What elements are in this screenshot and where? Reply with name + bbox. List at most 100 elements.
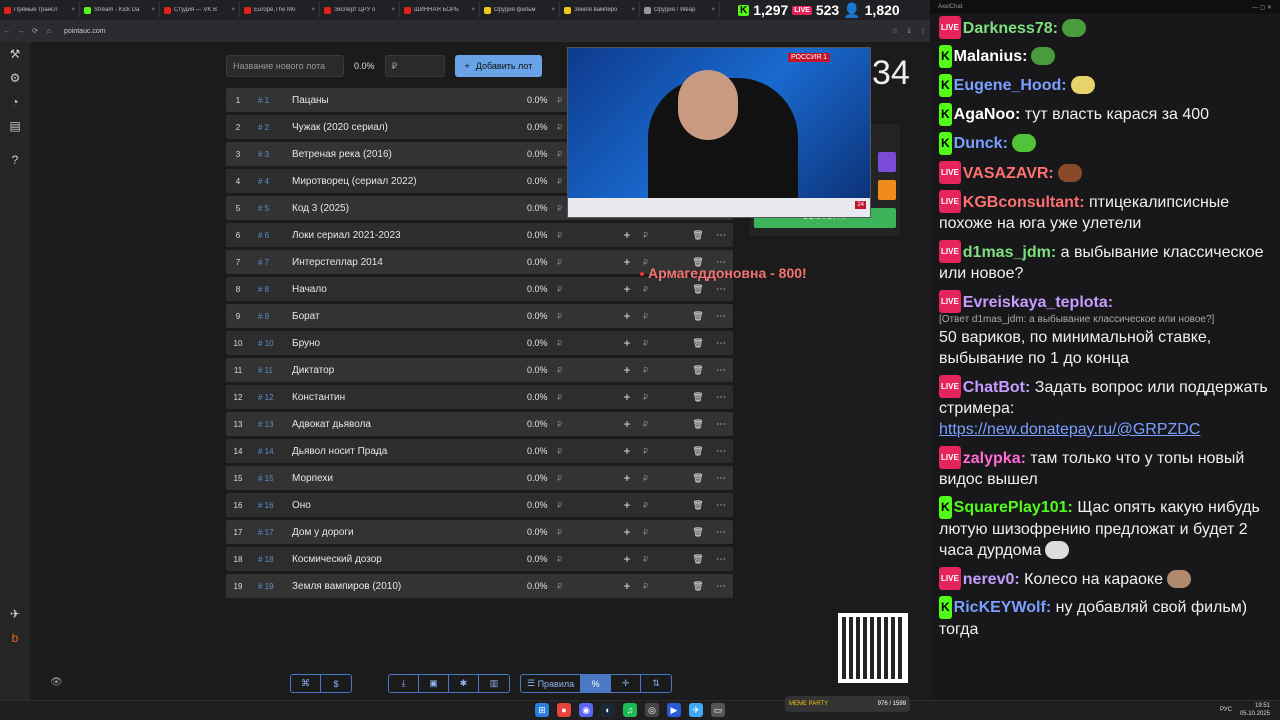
- add-amount-button[interactable]: +: [617, 498, 637, 512]
- browser-tab[interactable]: Орудия фильм ×: [480, 2, 560, 18]
- app-icon[interactable]: ▶: [667, 703, 681, 717]
- browser-tab[interactable]: Stream - Kick Da ×: [80, 2, 160, 18]
- more-icon[interactable]: ⋯: [709, 554, 733, 565]
- windows-start-icon[interactable]: ⊞: [535, 703, 549, 717]
- window-controls[interactable]: — ▢ ✕: [1252, 4, 1272, 11]
- bookmark-star-icon[interactable]: ☆: [888, 27, 902, 35]
- more-icon[interactable]: ⋯: [709, 392, 733, 403]
- github-icon[interactable]: ⌘: [291, 675, 321, 692]
- add-amount-button[interactable]: +: [617, 255, 637, 269]
- back-icon[interactable]: ←: [0, 28, 14, 35]
- help-icon[interactable]: ?: [0, 148, 30, 172]
- delete-icon[interactable]: 🗑: [687, 527, 709, 538]
- spotify-icon[interactable]: ♫: [623, 703, 637, 717]
- tab-close-icon[interactable]: ×: [311, 7, 315, 13]
- delete-icon[interactable]: 🗑: [687, 311, 709, 322]
- lot-amount-input[interactable]: ₽: [637, 447, 687, 456]
- chat-nick[interactable]: d1mas_jdm:: [963, 244, 1056, 261]
- lot-name[interactable]: Чужак (2020 сериал): [292, 122, 527, 133]
- more-icon[interactable]: ⋯: [709, 365, 733, 376]
- add-amount-button[interactable]: +: [617, 444, 637, 458]
- telegram-task-icon[interactable]: ✈: [689, 703, 703, 717]
- add-lot-button[interactable]: + Добавить лот: [454, 55, 543, 77]
- lot-name[interactable]: Диктатор: [292, 365, 527, 376]
- save-icon[interactable]: ▣: [419, 675, 449, 692]
- more-icon[interactable]: ⋯: [709, 500, 733, 511]
- delete-icon[interactable]: 🗑: [687, 365, 709, 376]
- sort-icon[interactable]: ⇅: [641, 675, 671, 692]
- add-amount-button[interactable]: +: [617, 282, 637, 296]
- chat-nick[interactable]: Evreiskaya_teplota:: [963, 294, 1113, 311]
- menu-icon[interactable]: ⋮: [916, 27, 930, 35]
- add-amount-button[interactable]: +: [617, 471, 637, 485]
- add-amount-button[interactable]: +: [617, 417, 637, 431]
- clock[interactable]: 19:51 05.10.2025: [1240, 702, 1270, 718]
- chat-nick[interactable]: AgaNoo:: [954, 106, 1021, 123]
- delete-icon[interactable]: 🗑: [687, 500, 709, 511]
- chat-link[interactable]: https://new.donatepay.ru/@GRPZDC: [939, 421, 1200, 438]
- chat-nick[interactable]: ChatBot:: [963, 379, 1031, 396]
- home-icon[interactable]: ⌂: [42, 28, 56, 35]
- discord-icon[interactable]: ◉: [579, 703, 593, 717]
- visibility-icon[interactable]: 👁: [50, 677, 63, 688]
- purple-action-button[interactable]: [878, 152, 896, 172]
- browser-tab[interactable]: Прямые трансл ×: [0, 2, 80, 18]
- tab-close-icon[interactable]: ×: [471, 7, 475, 13]
- chat-nick[interactable]: zalypka:: [963, 450, 1026, 467]
- browser-tab[interactable]: Студия — VK В ×: [160, 2, 240, 18]
- lot-amount-input[interactable]: ₽: [637, 312, 687, 321]
- lot-name[interactable]: Бруно: [292, 338, 527, 349]
- lot-name[interactable]: Борат: [292, 311, 527, 322]
- browser-tab[interactable]: Орудия / Weap ×: [640, 2, 720, 18]
- browser-tab[interactable]: Europe,The Mo ×: [240, 2, 320, 18]
- lot-name[interactable]: Локи сериал 2021-2023: [292, 230, 527, 241]
- lot-amount-input[interactable]: ₽: [637, 555, 687, 564]
- browser-tab[interactable]: Земля вампиро ×: [560, 2, 640, 18]
- lot-name-input[interactable]: Название нового лота: [226, 55, 344, 77]
- more-icon[interactable]: ⋯: [709, 230, 733, 241]
- lot-amount-input[interactable]: ₽: [637, 501, 687, 510]
- reload-icon[interactable]: ⟳: [28, 27, 42, 35]
- tab-close-icon[interactable]: ×: [151, 7, 155, 13]
- lot-name[interactable]: Оно: [292, 500, 527, 511]
- lot-name[interactable]: Миротворец (сериал 2022): [292, 176, 527, 187]
- auction-hammer-icon[interactable]: ⚒: [0, 42, 30, 66]
- lot-amount-input[interactable]: ₽: [637, 231, 687, 240]
- chat-nick[interactable]: RicKEYWolf:: [954, 599, 1051, 616]
- lot-name[interactable]: Земля вампиров (2010): [292, 581, 527, 592]
- add-amount-button[interactable]: +: [617, 390, 637, 404]
- more-icon[interactable]: ⋯: [709, 446, 733, 457]
- url-field[interactable]: pointauc.com: [64, 28, 888, 35]
- add-amount-button[interactable]: +: [617, 579, 637, 593]
- lot-amount-input[interactable]: ₽: [637, 339, 687, 348]
- delete-icon[interactable]: 🗑: [687, 392, 709, 403]
- more-icon[interactable]: ⋯: [709, 311, 733, 322]
- lot-name[interactable]: Дом у дороги: [292, 527, 527, 538]
- lot-amount-input[interactable]: ₽: [637, 393, 687, 402]
- lot-amount-input[interactable]: ₽: [637, 285, 687, 294]
- orange-action-button[interactable]: [878, 180, 896, 200]
- tab-close-icon[interactable]: ×: [631, 7, 635, 13]
- obs-icon[interactable]: ◎: [645, 703, 659, 717]
- forward-icon[interactable]: →: [14, 28, 28, 35]
- history-list-icon[interactable]: ▤: [0, 114, 30, 138]
- chat-nick[interactable]: Eugene_Hood:: [954, 77, 1067, 94]
- steam-icon[interactable]: ◐: [601, 703, 615, 717]
- lot-name[interactable]: Пацаны: [292, 95, 527, 106]
- lot-amount-input[interactable]: ₽: [637, 474, 687, 483]
- lot-name[interactable]: Интерстеллар 2014: [292, 257, 527, 268]
- browser-tab[interactable]: ШИННАЯ БОРЬ ×: [400, 2, 480, 18]
- more-icon[interactable]: ⋯: [709, 473, 733, 484]
- more-icon[interactable]: ⋯: [709, 419, 733, 430]
- chat-nick[interactable]: Malanius:: [954, 48, 1028, 65]
- add-amount-button[interactable]: +: [617, 363, 637, 377]
- lot-name[interactable]: Адвокат дьявола: [292, 419, 527, 430]
- more-icon[interactable]: ⋯: [709, 581, 733, 592]
- chat-nick[interactable]: SquarePlay101:: [954, 499, 1073, 516]
- lot-name[interactable]: Ветреная река (2016): [292, 149, 527, 160]
- chat-nick[interactable]: Darkness78:: [963, 20, 1058, 37]
- lot-name[interactable]: Космический дозор: [292, 554, 527, 565]
- lot-name[interactable]: Начало: [292, 284, 527, 295]
- more-icon[interactable]: ⋯: [709, 338, 733, 349]
- lot-name[interactable]: Код 3 (2025): [292, 203, 527, 214]
